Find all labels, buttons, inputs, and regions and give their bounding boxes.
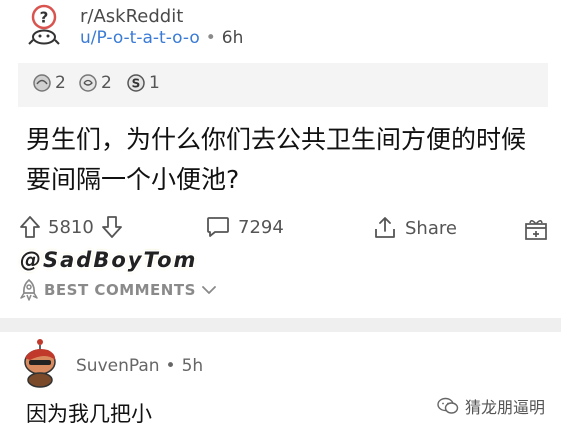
wechat-account-name: 猜龙朋逼明 (465, 398, 546, 417)
rocket-icon (20, 279, 38, 301)
share-button[interactable]: Share (373, 216, 457, 240)
snoo-question-icon[interactable]: ? (26, 4, 62, 46)
post-meta: u/P-o-t-a-t-o-o • 6h (80, 28, 243, 48)
svg-text:?: ? (40, 9, 49, 27)
award-count: 2 (55, 73, 66, 93)
section-divider (0, 318, 561, 332)
comments-button[interactable]: 7294 (206, 216, 284, 238)
upvote-count: 5810 (48, 216, 94, 238)
post-header: ? r/AskReddit u/P-o-t-a-t-o-o • 6h (0, 0, 561, 58)
award-count: 1 (149, 73, 160, 93)
helpful-award-icon (79, 74, 97, 92)
wechat-watermark: 猜龙朋逼明 (437, 394, 545, 418)
comment-author[interactable]: SuvenPan (76, 356, 160, 376)
sadboytom-watermark: @SadBoyTom (20, 248, 198, 272)
sort-label: BEST COMMENTS (44, 281, 196, 299)
comment-meta: SuvenPan • 5h (76, 356, 203, 376)
chevron-down-icon (201, 286, 216, 294)
share-label: Share (405, 217, 457, 239)
coin-award-icon: S (127, 74, 145, 92)
subreddit-name[interactable]: r/AskReddit (80, 6, 183, 27)
comment-time: 5h (181, 356, 204, 376)
wechat-icon (437, 397, 459, 414)
post-time: 6h (221, 28, 244, 48)
award-count: 2 (101, 73, 112, 93)
comment-count: 7294 (238, 216, 284, 238)
upvote-arrow-icon[interactable] (20, 216, 40, 238)
user-avatar[interactable] (18, 338, 62, 388)
award-helpful[interactable]: 2 (78, 73, 112, 93)
vote-group: 5810 (20, 216, 122, 238)
comment-body: 因为我几把小 (26, 402, 152, 426)
gift-icon (525, 220, 547, 240)
awards-bar[interactable]: 2 2 S 1 (18, 63, 548, 107)
award-coin[interactable]: S 1 (126, 73, 160, 93)
silver-award-icon (33, 74, 51, 92)
svg-text:S: S (132, 77, 141, 91)
comment-sort-selector[interactable]: BEST COMMENTS (20, 279, 216, 301)
share-icon (375, 217, 395, 238)
award-silver[interactable]: 2 (32, 73, 66, 93)
downvote-arrow-icon[interactable] (101, 216, 122, 238)
post-author[interactable]: u/P-o-t-a-t-o-o (80, 28, 200, 48)
meta-separator: • (165, 356, 176, 376)
post-title: 男生们，为什么你们去公共卫生间方便的时候要间隔一个小便池? (26, 125, 527, 194)
meta-separator: • (205, 28, 216, 48)
award-button[interactable] (523, 216, 549, 242)
comment-bubble-icon (207, 217, 229, 237)
